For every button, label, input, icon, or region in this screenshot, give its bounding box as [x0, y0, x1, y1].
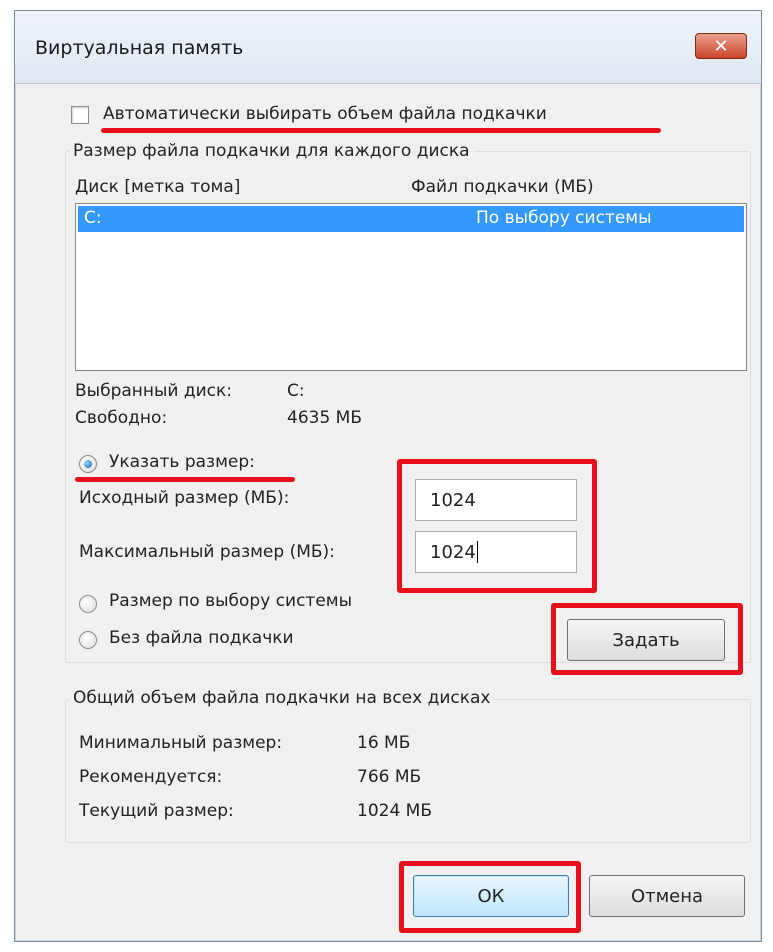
list-item[interactable]: C: По выбору системы — [78, 206, 744, 232]
column-header-disk[interactable]: Диск [метка тома] — [75, 177, 240, 197]
free-space-label: Свободно: — [75, 408, 168, 428]
no-pagefile-label[interactable]: Без файла подкачки — [109, 628, 294, 648]
min-size-label: Минимальный размер: — [79, 733, 283, 753]
highlight-box-ok-button — [399, 861, 581, 933]
auto-pagefile-label[interactable]: Автоматически выбирать объем файла подка… — [103, 104, 547, 124]
recommended-value: 766 МБ — [357, 767, 422, 787]
totals-legend: Общий объем файла подкачки на всех диска… — [69, 688, 495, 708]
recommended-label: Рекомендуется: — [79, 767, 223, 787]
min-size-value: 16 МБ — [357, 733, 411, 753]
disk-letter: C: — [84, 208, 102, 228]
selected-disk-label: Выбранный диск: — [75, 381, 233, 401]
custom-size-radio[interactable] — [79, 455, 97, 473]
current-size-value: 1024 МБ — [357, 801, 432, 821]
highlight-underline-custom — [75, 477, 295, 482]
cancel-button[interactable]: Отмена — [589, 875, 745, 917]
current-size-label: Текущий размер: — [79, 801, 234, 821]
selected-disk-value: C: — [287, 381, 305, 401]
disk-listbox[interactable]: C: По выбору системы — [75, 203, 747, 371]
system-size-radio[interactable] — [79, 595, 97, 613]
highlight-underline-auto — [101, 128, 661, 133]
highlight-box-size-inputs — [397, 459, 597, 593]
system-size-label[interactable]: Размер по выбору системы — [109, 591, 352, 611]
no-pagefile-radio[interactable] — [79, 631, 97, 649]
disk-pagefile-setting: По выбору системы — [476, 208, 652, 228]
max-size-label: Максимальный размер (МБ): — [79, 542, 335, 562]
initial-size-label: Исходный размер (МБ): — [79, 488, 290, 508]
window-title: Виртуальная память — [35, 37, 244, 59]
title-bar[interactable]: Виртуальная память ✕ — [15, 11, 761, 84]
auto-pagefile-checkbox[interactable] — [71, 106, 89, 124]
close-button[interactable]: ✕ — [695, 33, 747, 59]
highlight-box-set-button — [551, 603, 743, 675]
custom-size-label[interactable]: Указать размер: — [109, 452, 255, 472]
per-disk-legend: Размер файла подкачки для каждого диска — [69, 141, 474, 161]
virtual-memory-dialog: Виртуальная память ✕ Автоматически выбир… — [14, 10, 762, 942]
close-icon: ✕ — [713, 35, 729, 57]
cancel-button-label: Отмена — [630, 885, 704, 907]
free-space-value: 4635 МБ — [287, 408, 362, 428]
column-header-pagefile[interactable]: Файл подкачки (МБ) — [411, 177, 594, 197]
